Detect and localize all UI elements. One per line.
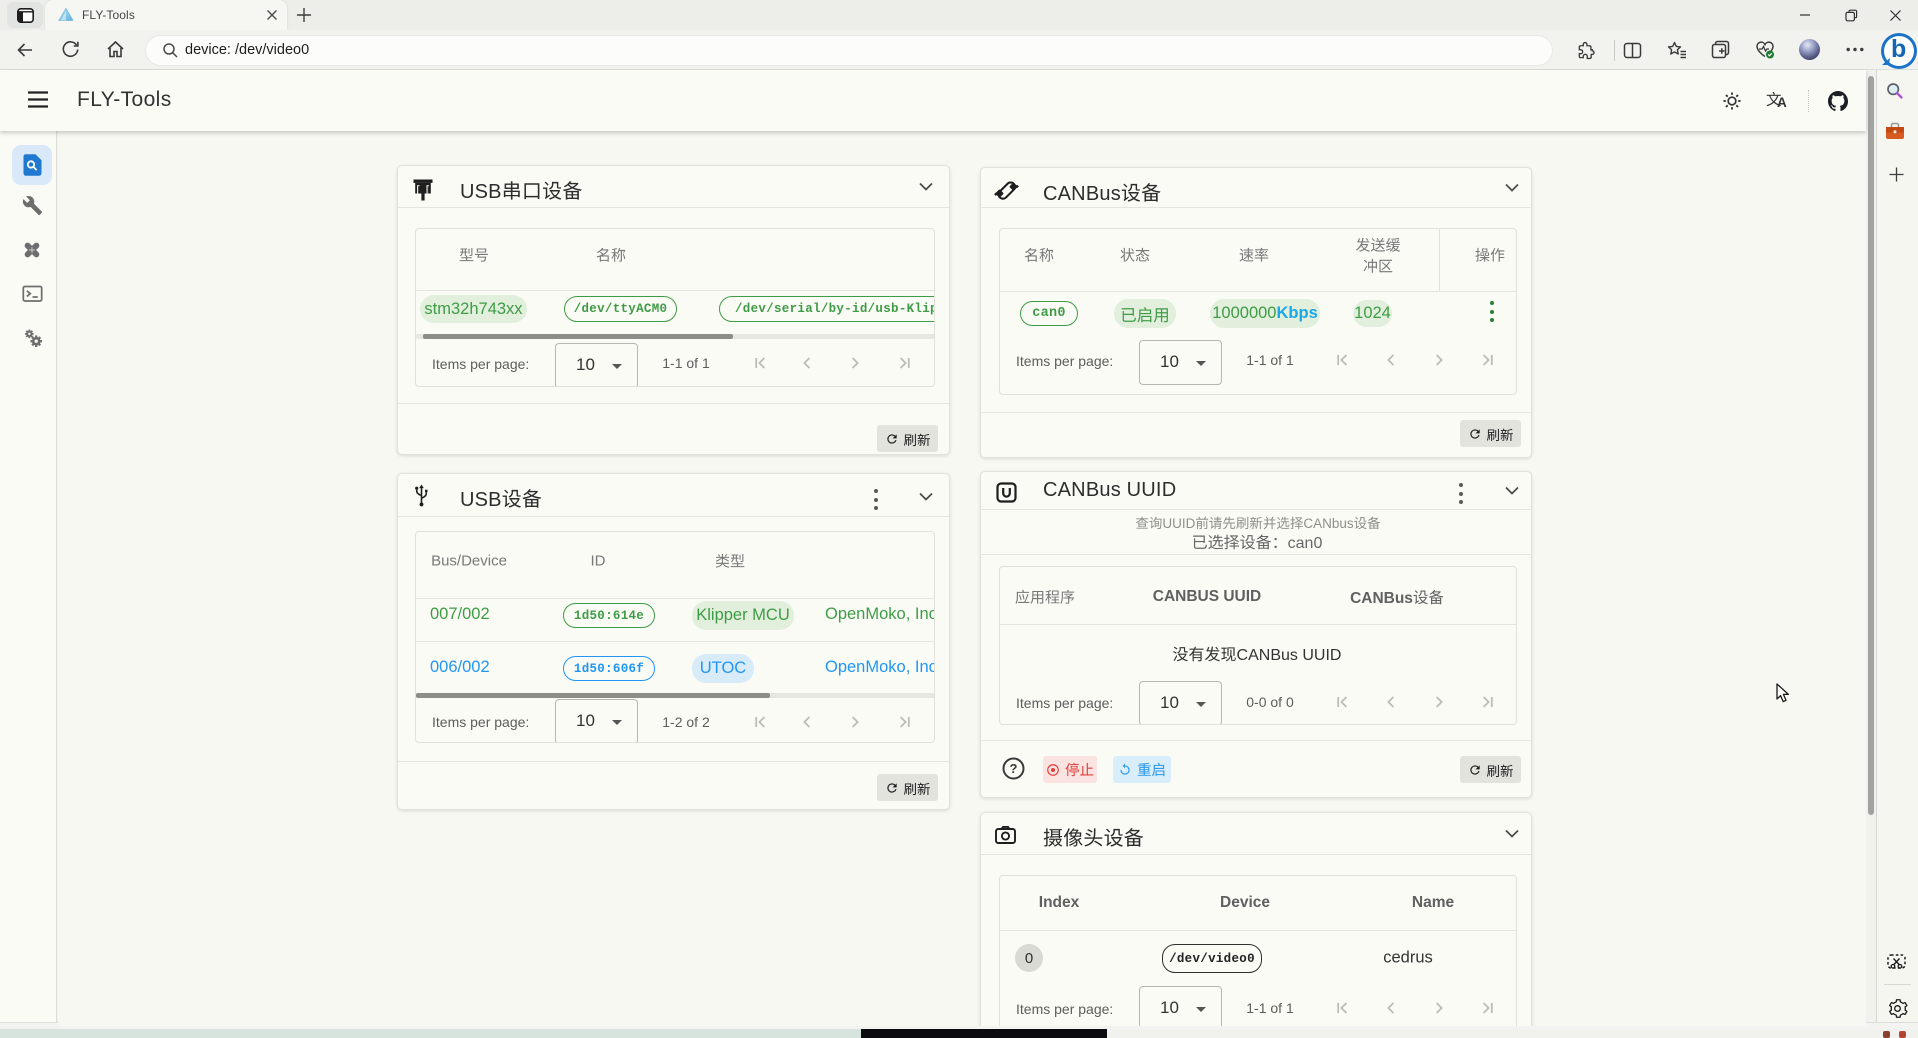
svg-text:?: ? (1010, 761, 1018, 776)
